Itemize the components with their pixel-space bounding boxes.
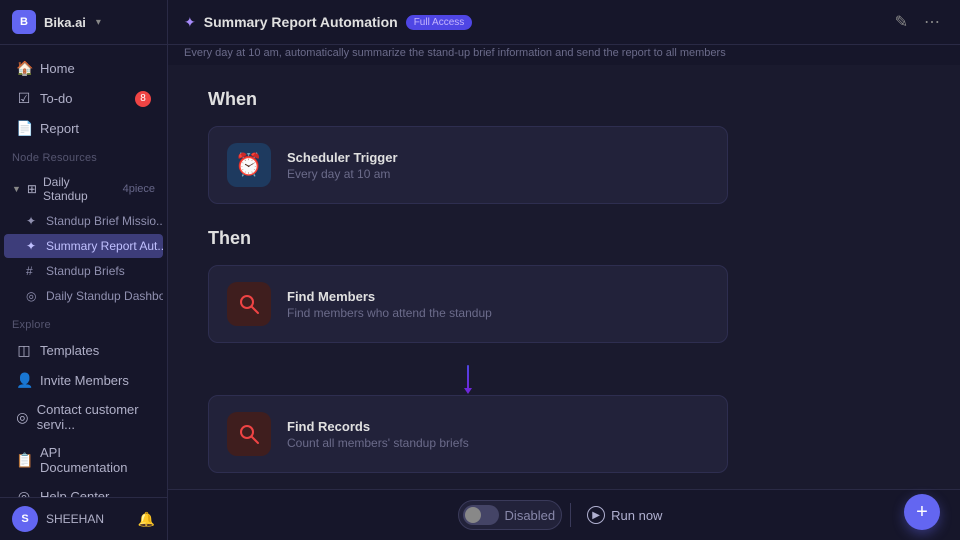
sparkle-icon: ✦ bbox=[26, 214, 40, 228]
sidebar-item-api-docs[interactable]: 📋 API Documentation bbox=[4, 439, 163, 481]
bottom-bar: Disabled ▶ Run now + bbox=[168, 489, 960, 540]
when-section-title: When bbox=[208, 89, 920, 110]
node-group-icon: ⊞ bbox=[27, 182, 37, 196]
scheduler-icon-wrap: ⏰ bbox=[227, 143, 271, 187]
find-members-title: Find Members bbox=[287, 289, 492, 304]
home-icon: 🏠 bbox=[16, 60, 32, 77]
todo-badge: 8 bbox=[135, 91, 151, 107]
report-icon: 📄 bbox=[16, 120, 32, 137]
find-members-desc: Find members who attend the standup bbox=[287, 306, 492, 320]
clock-icon: ⏰ bbox=[235, 152, 262, 178]
brand-chevron-icon: ▾ bbox=[96, 17, 101, 28]
scheduler-card-desc: Every day at 10 am bbox=[287, 167, 398, 181]
sidebar-header[interactable]: B Bika.ai ▾ bbox=[0, 0, 167, 45]
user-name: SHEEHAN bbox=[46, 512, 104, 526]
connector-line-1 bbox=[467, 365, 469, 389]
then-section: Then Find Members Find members who atten… bbox=[208, 228, 920, 489]
sidebar-report-label: Report bbox=[40, 121, 79, 136]
more-button[interactable]: ⋯ bbox=[920, 10, 944, 34]
node-piece-count: 4piece bbox=[123, 183, 155, 195]
sidebar-item-help-center[interactable]: ◎ Help Center bbox=[4, 482, 163, 497]
help-icon: ◎ bbox=[16, 488, 32, 497]
sidebar-contact-label: Contact customer servi... bbox=[37, 402, 151, 432]
node-item-standup-briefs[interactable]: # Standup Briefs bbox=[4, 259, 163, 283]
scheduler-card-title: Scheduler Trigger bbox=[287, 150, 398, 165]
node-resources-label: Node Resources bbox=[0, 144, 167, 168]
todo-icon: ☑ bbox=[16, 90, 32, 107]
sidebar-todo-label: To-do bbox=[40, 91, 73, 106]
hash-icon: # bbox=[26, 264, 40, 278]
node-group-daily-standup: ▼ ⊞ Daily Standup 4piece ✦ Standup Brief… bbox=[0, 168, 167, 311]
search-icon bbox=[238, 293, 260, 315]
connector-1 bbox=[208, 359, 728, 395]
fab-button[interactable]: + bbox=[904, 494, 940, 530]
find-members-icon-wrap bbox=[227, 282, 271, 326]
toggle-knob bbox=[465, 507, 481, 523]
brand-logo: B bbox=[12, 10, 36, 34]
sidebar-item-todo[interactable]: ☑ To-do 8 bbox=[4, 84, 163, 113]
sidebar-api-label: API Documentation bbox=[40, 445, 151, 475]
node-group-header[interactable]: ▼ ⊞ Daily Standup 4piece bbox=[4, 170, 163, 208]
node-item-label: Daily Standup Dashboard bbox=[46, 289, 163, 303]
then-section-title: Then bbox=[208, 228, 920, 249]
find-records-title: Find Records bbox=[287, 419, 469, 434]
toggle-label: Disabled bbox=[505, 508, 556, 523]
sparkle-icon: ✦ bbox=[26, 239, 40, 253]
scheduler-trigger-card[interactable]: ⏰ Scheduler Trigger Every day at 10 am bbox=[208, 126, 728, 204]
sidebar-nav: 🏠 Home ☑ To-do 8 📄 Report Node Resources… bbox=[0, 45, 167, 497]
content-area: When ⏰ Scheduler Trigger Every day at 10… bbox=[168, 65, 960, 489]
find-records-desc: Count all members' standup briefs bbox=[287, 436, 469, 450]
explore-label: Explore bbox=[0, 311, 167, 335]
notification-bell-icon[interactable]: 🔔 bbox=[138, 511, 155, 528]
sidebar-invite-label: Invite Members bbox=[40, 373, 129, 388]
access-badge: Full Access bbox=[406, 15, 473, 30]
search-records-icon bbox=[238, 423, 260, 445]
avatar: S bbox=[12, 506, 38, 532]
node-item-summary-report-aut[interactable]: ✦ Summary Report Aut... bbox=[4, 234, 163, 258]
sidebar-item-home[interactable]: 🏠 Home bbox=[4, 54, 163, 83]
toggle-switch[interactable] bbox=[463, 505, 499, 525]
sidebar-item-invite-members[interactable]: 👤 Invite Members bbox=[4, 366, 163, 395]
node-item-label: Summary Report Aut... bbox=[46, 239, 163, 253]
find-records-icon-wrap bbox=[227, 412, 271, 456]
chevron-down-icon: ▼ bbox=[12, 184, 21, 194]
main-area: ✦ Summary Report Automation Full Access … bbox=[168, 0, 960, 540]
contact-icon: ◎ bbox=[16, 409, 29, 426]
node-group-label: Daily Standup bbox=[43, 175, 117, 203]
bottom-bar-divider bbox=[570, 503, 571, 527]
find-records-card[interactable]: Find Records Count all members' standup … bbox=[208, 395, 728, 473]
topbar-subtitle: Every day at 10 am, automatically summar… bbox=[168, 45, 960, 65]
run-icon: ▶ bbox=[587, 506, 605, 524]
run-now-button[interactable]: ▶ Run now bbox=[579, 502, 670, 528]
brand-name: Bika.ai bbox=[44, 15, 86, 30]
api-icon: 📋 bbox=[16, 452, 32, 469]
automation-icon: ✦ bbox=[184, 14, 196, 31]
topbar-actions: ✎ ⋯ bbox=[891, 10, 944, 34]
scheduler-card-info: Scheduler Trigger Every day at 10 am bbox=[287, 150, 398, 181]
find-members-card[interactable]: Find Members Find members who attend the… bbox=[208, 265, 728, 343]
sidebar-item-contact-customer[interactable]: ◎ Contact customer servi... bbox=[4, 396, 163, 438]
sidebar-home-label: Home bbox=[40, 61, 75, 76]
node-item-label: Standup Brief Missio... bbox=[46, 214, 163, 228]
circle-icon: ◎ bbox=[26, 289, 40, 303]
sidebar-templates-label: Templates bbox=[40, 343, 99, 358]
sidebar-item-templates[interactable]: ◫ Templates bbox=[4, 336, 163, 365]
sidebar-item-report[interactable]: 📄 Report bbox=[4, 114, 163, 143]
sidebar: B Bika.ai ▾ 🏠 Home ☑ To-do 8 📄 Report No… bbox=[0, 0, 168, 540]
sidebar-footer: S SHEEHAN 🔔 bbox=[0, 497, 167, 540]
invite-icon: 👤 bbox=[16, 372, 32, 389]
find-records-info: Find Records Count all members' standup … bbox=[287, 419, 469, 450]
toggle-group[interactable]: Disabled bbox=[458, 500, 563, 530]
edit-button[interactable]: ✎ bbox=[891, 10, 912, 34]
node-item-label: Standup Briefs bbox=[46, 264, 125, 278]
sidebar-help-label: Help Center bbox=[40, 489, 109, 497]
run-now-label: Run now bbox=[611, 508, 662, 523]
find-members-info: Find Members Find members who attend the… bbox=[287, 289, 492, 320]
page-title: Summary Report Automation bbox=[204, 14, 398, 30]
node-item-standup-brief-mission[interactable]: ✦ Standup Brief Missio... bbox=[4, 209, 163, 233]
node-item-daily-standup-dashboard[interactable]: ◎ Daily Standup Dashboard bbox=[4, 284, 163, 308]
templates-icon: ◫ bbox=[16, 342, 32, 359]
topbar: ✦ Summary Report Automation Full Access … bbox=[168, 0, 960, 45]
